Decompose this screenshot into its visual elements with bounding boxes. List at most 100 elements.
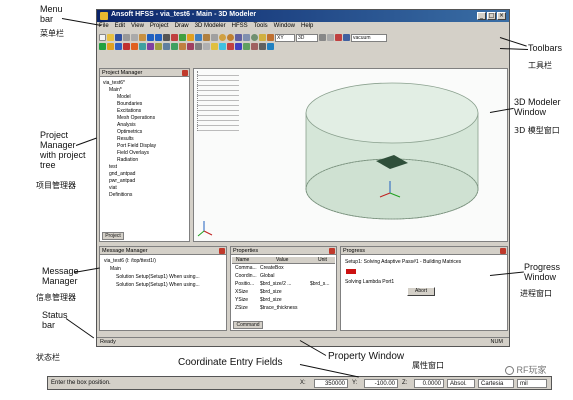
message-line-design[interactable]: Main [110,266,121,272]
modeler-viewport[interactable] [194,69,509,243]
redo-icon[interactable] [155,34,162,41]
tree-item-radiation[interactable]: Radiation [103,157,156,164]
project-tab[interactable]: Project [102,232,124,240]
menu-tools[interactable]: Tools [254,23,268,32]
object-icon[interactable] [267,43,274,50]
fields-icon[interactable] [123,43,130,50]
absolute-relative-dropdown[interactable]: Absol. [447,379,475,388]
properties-row-6[interactable]: ZSize $trace_thickness [232,305,335,313]
tree-item-results[interactable]: Results [103,136,156,143]
copy-icon[interactable] [131,34,138,41]
maximize-button[interactable]: □ [487,12,496,20]
hide-icon[interactable] [211,43,218,50]
paste-icon[interactable] [139,34,146,41]
unit-dropdown[interactable]: mil [517,379,547,388]
progress-close-icon[interactable] [500,248,506,254]
menu-edit[interactable]: Edit [115,23,125,32]
tree-item-viat[interactable]: viat [103,185,156,192]
view-dropdown[interactable]: 3D [296,33,318,42]
x-coordinate-field[interactable]: 350000 [314,379,348,388]
tree-item-excitations[interactable]: Excitations [103,108,156,115]
new-icon[interactable] [99,34,106,41]
material-icon[interactable] [343,34,350,41]
material-dropdown[interactable]: vacuum [351,33,387,42]
cylinder-icon[interactable] [211,34,218,41]
zoom-icon[interactable] [187,34,194,41]
wire-icon[interactable] [195,43,202,50]
tree-item-model[interactable]: Model [103,94,156,101]
sphere-icon[interactable] [219,34,226,41]
tree-item-port-field-display[interactable]: Port Field Display [103,143,156,150]
tree-item-definitions[interactable]: Definitions [103,192,156,199]
sweep-icon[interactable] [171,43,178,50]
edge-icon[interactable] [251,43,258,50]
tree-item-design[interactable]: Main* [103,87,156,94]
properties-close-icon[interactable] [329,248,335,254]
results-icon[interactable] [115,43,122,50]
port-icon[interactable] [131,43,138,50]
message-manager-close-icon[interactable] [219,248,225,254]
analyze-icon[interactable] [107,43,114,50]
rotate-icon[interactable] [179,34,186,41]
y-coordinate-field[interactable]: -100.00 [364,379,398,388]
open-icon[interactable] [107,34,114,41]
title-bar[interactable]: Ansoft HFSS - via_test6 - Main - 3D Mode… [97,10,509,22]
subtract-icon[interactable] [267,34,274,41]
pan-icon[interactable] [171,34,178,41]
vertex-icon[interactable] [259,43,266,50]
radiation-icon[interactable] [147,43,154,50]
select-icon[interactable] [163,34,170,41]
torus-icon[interactable] [227,34,234,41]
plane-dropdown[interactable]: XY [275,33,295,42]
properties-row-3[interactable]: Positio... $brd_size/2 ... $brd_s... [232,281,335,289]
tree-item-pwr-antpad[interactable]: pwr_antpad [103,178,156,185]
menu-project[interactable]: Project [150,23,169,32]
minimize-button[interactable]: _ [477,12,486,20]
circle-icon[interactable] [251,34,258,41]
measure-icon[interactable] [319,34,326,41]
coord-icon[interactable] [235,43,242,50]
tree-item-project[interactable]: via_test6* [103,80,156,87]
polyline-icon[interactable] [235,34,242,41]
tree-item-boundaries[interactable]: Boundaries [103,101,156,108]
message-line-setup-2[interactable]: Solution Setup(Setup1) When using... [116,282,200,288]
tree-item-test[interactable]: test [103,164,156,171]
box-icon[interactable] [203,34,210,41]
properties-row-4[interactable]: XSize $brd_size [232,289,335,297]
properties-row-5[interactable]: YSize $brd_size [232,297,335,305]
tree-item-optimetrics[interactable]: Optimetrics [103,129,156,136]
menu-window[interactable]: Window [274,23,295,32]
save-icon[interactable] [115,34,122,41]
modeler-3d-window[interactable] [193,68,508,242]
menu-draw[interactable]: Draw [175,23,189,32]
properties-row-1[interactable]: Comma... CreateBox [232,265,335,273]
menu-3d-modeler[interactable]: 3D Modeler [195,23,226,32]
shade-icon[interactable] [203,43,210,50]
fit-icon[interactable] [195,34,202,41]
validate-icon[interactable] [99,43,106,50]
z-coordinate-field[interactable]: 0.0000 [414,379,444,388]
menu-hfss[interactable]: HFSS [232,23,248,32]
close-button[interactable]: × [497,12,506,20]
tree-item-mesh-operations[interactable]: Mesh Operations [103,115,156,122]
properties-row-2[interactable]: Coordin... Global [232,273,335,281]
setup-icon[interactable] [163,43,170,50]
unite-icon[interactable] [259,34,266,41]
abort-button[interactable]: Abort [407,287,435,296]
menu-help[interactable]: Help [301,23,313,32]
project-manager-close-icon[interactable] [182,70,188,76]
tree-item-analysis[interactable]: Analysis [103,122,156,129]
menu-view[interactable]: View [131,23,144,32]
undo-icon[interactable] [147,34,154,41]
command-tab[interactable]: Command [233,321,263,329]
axes-icon[interactable] [227,43,234,50]
report-icon[interactable] [179,43,186,50]
snap-icon[interactable] [335,34,342,41]
show-icon[interactable] [219,43,226,50]
cut-icon[interactable] [123,34,130,41]
rectangle-icon[interactable] [243,34,250,41]
plot-icon[interactable] [187,43,194,50]
coordinate-system-dropdown[interactable]: Cartesia [478,379,514,388]
boundary-icon[interactable] [139,43,146,50]
mesh-icon[interactable] [155,43,162,50]
